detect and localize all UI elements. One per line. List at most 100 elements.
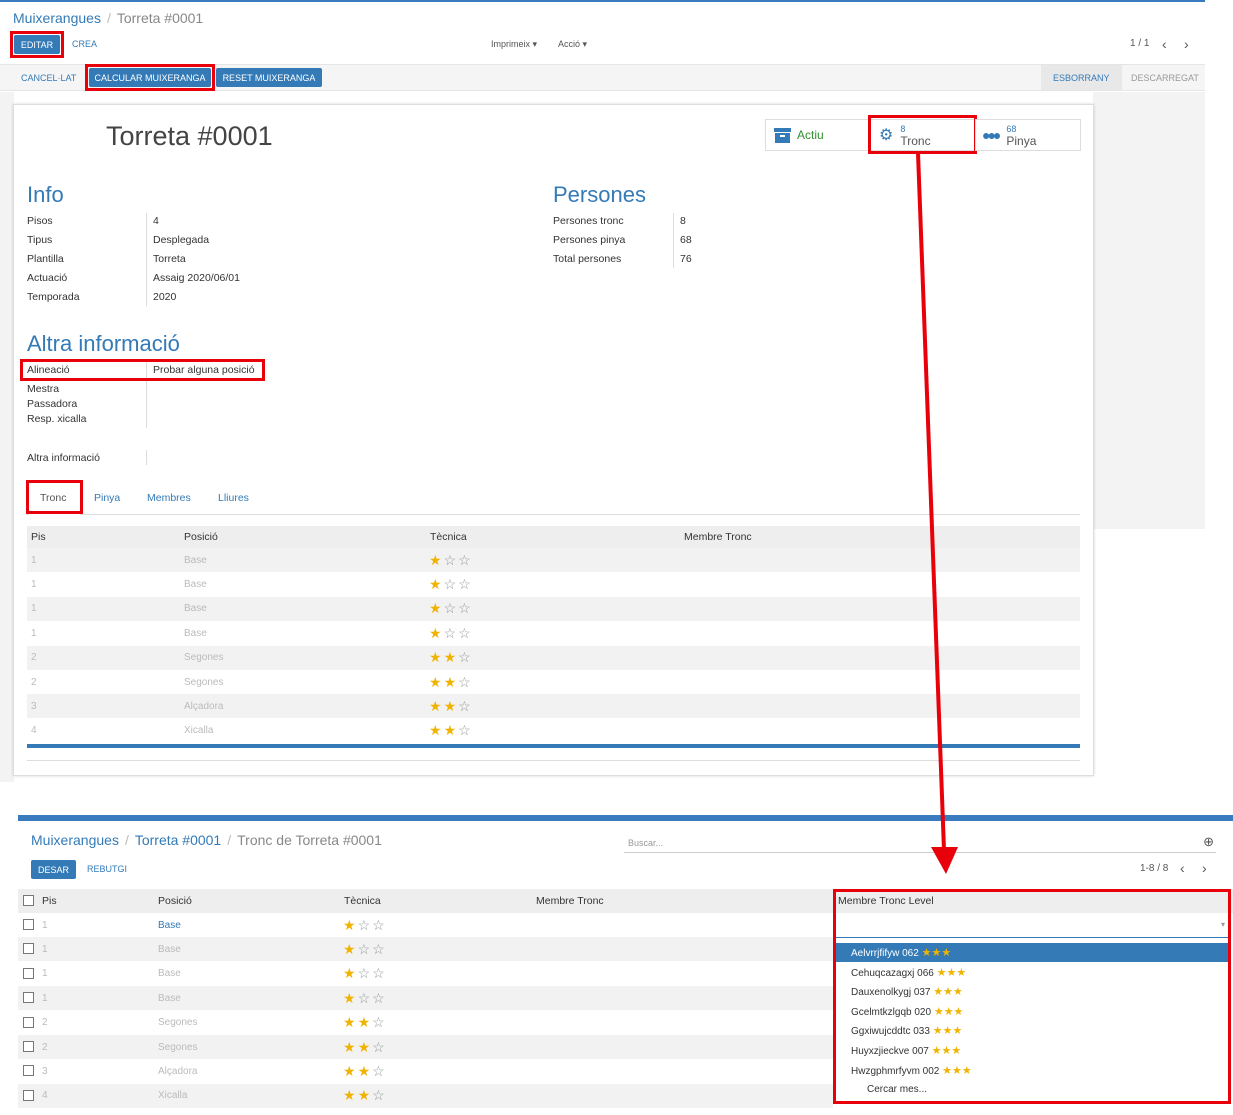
tecnica-stars[interactable]: ★ ★ ☆ <box>429 670 473 694</box>
row-checkbox[interactable] <box>23 1041 34 1052</box>
pager-next-icon[interactable]: › <box>1202 860 1207 876</box>
tecnica-stars[interactable]: ★ ★ ☆ <box>343 1059 387 1083</box>
bottom-breadcrumb-root[interactable]: Muixerangues <box>31 832 119 848</box>
bottom-breadcrumb-mid[interactable]: Torreta #0001 <box>135 832 221 848</box>
col-posicio[interactable]: Posició <box>184 531 218 543</box>
table-row[interactable]: 1 Base ★ ☆ ☆ <box>18 937 833 962</box>
row-checkbox[interactable] <box>23 967 34 979</box>
star-icon: ★★★ <box>931 1045 962 1057</box>
table-row[interactable]: 2 Segones ★ ★ ☆ <box>18 1011 833 1035</box>
archive-icon <box>774 127 791 143</box>
reset-muixeranga-button[interactable]: Reset Muixeranga <box>216 68 322 87</box>
tecnica-stars[interactable]: ★ ☆ ☆ <box>429 572 473 596</box>
altra-informacio-label: Altra informació <box>27 452 100 464</box>
col-membre-tronc[interactable]: Membre Tronc <box>536 895 604 907</box>
pager-next-icon[interactable]: › <box>1184 36 1189 52</box>
print-dropdown[interactable]: Imprimeix ▾ <box>491 39 537 50</box>
tab-tronc[interactable]: Tronc <box>40 492 66 504</box>
posicio-cell: Base <box>158 919 181 931</box>
level-option[interactable]: Hwzgphmrfyvm 002 ★★★ <box>851 1064 972 1077</box>
table-row[interactable]: 1 Base ★ ☆ ☆ <box>18 986 833 1011</box>
row-checkbox[interactable] <box>23 992 34 1004</box>
membre-tronc-level-input[interactable]: ▾ <box>836 913 1228 938</box>
breadcrumb-separator: / <box>227 832 232 848</box>
level-dropdown: Aelvrrjfifyw 062 ★★★ Cehuqcazagxj 066 ★★★… <box>836 943 1228 1101</box>
level-option[interactable]: Gcelmtkzlgqb 020 ★★★ <box>851 1005 963 1018</box>
tecnica-stars[interactable]: ★ ★ ☆ <box>343 1011 387 1035</box>
tecnica-stars[interactable]: ★ ☆ ☆ <box>343 913 387 937</box>
actuacio-label: Actuació <box>27 272 68 284</box>
row-checkbox[interactable] <box>23 919 34 930</box>
caret-down-icon: ▾ <box>532 39 538 49</box>
bottom-pager-value[interactable]: 1-8 / 8 <box>1140 863 1168 874</box>
pis-cell: 1 <box>31 554 37 566</box>
pager-prev-icon[interactable]: ‹ <box>1180 860 1185 876</box>
row-checkbox[interactable] <box>23 1089 34 1101</box>
tecnica-stars[interactable]: ★ ☆ ☆ <box>343 986 387 1010</box>
tecnica-stars[interactable]: ★ ★ ☆ <box>429 719 473 743</box>
edit-button[interactable]: Editar <box>14 35 60 54</box>
discard-button[interactable]: Rebutgi <box>87 864 127 874</box>
breadcrumb-separator: / <box>124 832 129 848</box>
tecnica-stars[interactable]: ★ ★ ☆ <box>343 1035 387 1059</box>
row-checkbox[interactable] <box>23 943 34 955</box>
level-option[interactable]: Cehuqcazagxj 066 ★★★ <box>851 966 966 979</box>
table-row[interactable]: 1 Base ★ ☆ ☆ <box>18 913 833 937</box>
plantilla-link[interactable]: Torreta <box>153 253 186 265</box>
posicio-cell: Alçadora <box>158 1065 198 1077</box>
search-input[interactable]: Buscar... <box>628 838 663 848</box>
calc-muixeranga-button[interactable]: Calcular Muixeranga <box>89 68 211 87</box>
caret-down-icon[interactable]: ▾ <box>1221 920 1225 929</box>
breadcrumb-root[interactable]: Muixerangues <box>13 10 101 26</box>
pis-cell: 1 <box>42 992 48 1004</box>
tipus-label: Tipus <box>27 234 53 246</box>
tecnica-stars[interactable]: ★ ★ ☆ <box>429 694 473 718</box>
row-checkbox[interactable] <box>23 1016 34 1028</box>
cancel-button[interactable]: Cancel·lat <box>21 73 76 83</box>
search-zoom-icon[interactable]: ⊕ <box>1203 834 1214 850</box>
create-button[interactable]: Crea <box>72 39 97 49</box>
active-smart-button[interactable]: Actiu <box>765 119 869 151</box>
tecnica-stars[interactable]: ★ ☆ ☆ <box>429 597 473 621</box>
col-tecnica[interactable]: Tècnica <box>430 531 467 543</box>
table-row[interactable]: 3 Alçadora ★ ★ ☆ <box>18 1059 833 1083</box>
col-pis[interactable]: Pis <box>31 531 46 543</box>
save-button[interactable]: Desar <box>31 860 76 879</box>
col-pis[interactable]: Pis <box>42 895 57 907</box>
tab-lliures[interactable]: Lliures <box>218 492 249 504</box>
tecnica-stars[interactable]: ★ ☆ ☆ <box>429 548 473 572</box>
pager-value[interactable]: 1 / 1 <box>1130 38 1149 49</box>
pinya-smart-button[interactable]: ●●● 68 Pinya <box>975 119 1081 151</box>
col-posicio[interactable]: Posició <box>158 895 192 907</box>
tecnica-stars[interactable]: ★ ★ ☆ <box>343 1084 387 1108</box>
row-checkbox[interactable] <box>23 1065 34 1077</box>
tab-membres[interactable]: Membres <box>147 492 191 504</box>
search-more-link[interactable]: Cercar mes... <box>867 1084 927 1095</box>
status-downloaded[interactable]: Descarregat <box>1131 73 1199 83</box>
actuacio-link[interactable]: Assaig 2020/06/01 <box>153 272 240 284</box>
level-option[interactable]: Ggxiwujcddtc 033 ★★★ <box>851 1024 962 1037</box>
breadcrumb-separator: / <box>106 10 111 26</box>
tronc-smart-button[interactable]: ⚙ 8 Tronc <box>870 119 976 151</box>
select-all-checkbox[interactable] <box>23 895 34 906</box>
posicio-cell: Alçadora <box>184 700 224 712</box>
pager-prev-icon[interactable]: ‹ <box>1162 36 1167 52</box>
breadcrumb-current: Torreta #0001 <box>116 10 204 26</box>
col-membre-tronc[interactable]: Membre Tronc <box>684 531 752 543</box>
table-row[interactable]: 2 Segones ★ ★ ☆ <box>18 1035 833 1059</box>
col-tecnica[interactable]: Tècnica <box>344 895 381 907</box>
tecnica-stars[interactable]: ★ ☆ ☆ <box>343 937 387 961</box>
level-option[interactable]: Huyxzjieckve 007 ★★★ <box>851 1044 961 1057</box>
tecnica-stars[interactable]: ★ ☆ ☆ <box>429 621 473 645</box>
level-option[interactable]: Dauxenolkygj 037 ★★★ <box>851 985 963 998</box>
tecnica-stars[interactable]: ★ ☆ ☆ <box>343 962 387 986</box>
temporada-link[interactable]: 2020 <box>153 291 176 303</box>
table-row[interactable]: 1 Base ★ ☆ ☆ <box>18 962 833 986</box>
tab-pinya[interactable]: Pinya <box>94 492 120 504</box>
tecnica-stars[interactable]: ★ ★ ☆ <box>429 646 473 670</box>
action-dropdown[interactable]: Acció ▾ <box>558 39 587 50</box>
status-draft[interactable]: Esborrany <box>1053 73 1110 83</box>
col-membre-tronc-level[interactable]: Membre Tronc Level <box>838 895 934 907</box>
level-option[interactable]: Aelvrrjfifyw 062 ★★★ <box>851 946 951 959</box>
table-row[interactable]: 4 Xicalla ★ ★ ☆ <box>18 1083 833 1108</box>
